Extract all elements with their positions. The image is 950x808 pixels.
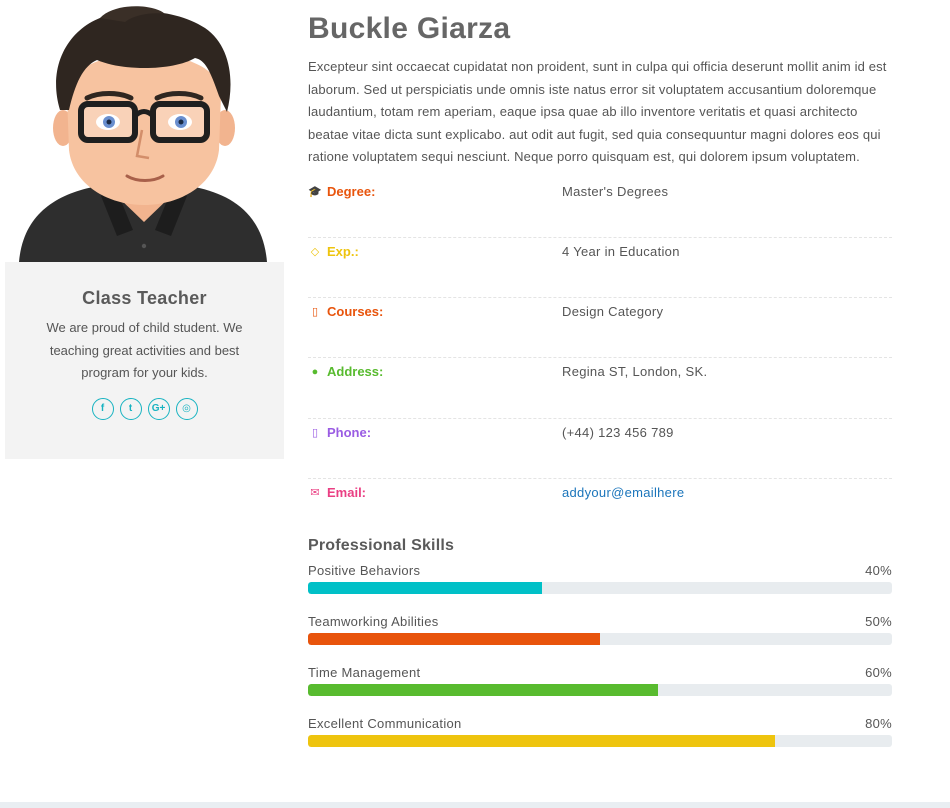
detail-row-email: ✉ Email: addyour@emailhere [308, 479, 892, 539]
detail-label: Degree: [327, 183, 376, 199]
detail-row-degree: 🎓 Degree: Master's Degrees [308, 178, 892, 238]
instagram-icon[interactable]: ◎ [175, 397, 198, 420]
skill-label: Excellent Communication [308, 716, 462, 732]
skill-progress-bar [308, 735, 892, 748]
map-marker-icon: ● [311, 365, 319, 378]
skill-item: Time Management 60% [308, 665, 892, 697]
skill-progress-fill [308, 684, 659, 697]
detail-label: Exp.: [327, 243, 359, 259]
detail-list: 🎓 Degree: Master's Degrees ◇ Exp.: 4 Yea… [308, 178, 892, 540]
card-description: We are proud of child student. We teachi… [46, 320, 243, 380]
skill-item: Excellent Communication 80% [308, 716, 892, 748]
detail-row-phone: ▯ Phone: (+44) 123 456 789 [308, 419, 892, 479]
detail-row-courses: ▯ Courses: Design Category [308, 298, 892, 359]
skill-progress-bar [308, 684, 892, 697]
card-title: Class Teacher [82, 288, 207, 308]
detail-key: ▯ Phone: [308, 425, 562, 440]
skill-percent: 60% [865, 665, 892, 681]
detail-key: ◇ Exp.: [308, 244, 562, 259]
detail-key: ✉ Email: [308, 485, 562, 500]
file-icon: ▯ [311, 306, 319, 319]
skill-percent: 50% [865, 614, 892, 630]
skill-progress-bar [308, 582, 892, 595]
detail-key: 🎓 Degree: [308, 184, 562, 199]
social-links: f t G+ ◎ [5, 397, 284, 420]
skills-title: Professional Skills [308, 537, 455, 555]
skill-progress-fill [308, 633, 600, 646]
profile-card: Class Teacher We are proud of child stud… [5, 262, 284, 459]
skill-label: Positive Behaviors [308, 563, 421, 579]
detail-label: Courses: [327, 304, 384, 320]
avatar-illustration [19, 6, 267, 262]
skill-progress-fill [308, 582, 542, 595]
detail-row-experience: ◇ Exp.: 4 Year in Education [308, 238, 892, 299]
mobile-icon: ▯ [311, 426, 319, 439]
detail-row-address: ● Address: Regina ST, London, SK. [308, 358, 892, 419]
envelope-icon: ✉ [310, 486, 320, 499]
skill-percent: 80% [865, 716, 892, 732]
profile-main: Buckle Giarza Excepteur sint occaecat cu… [308, 0, 892, 748]
skill-item: Positive Behaviors 40% [308, 563, 892, 595]
skill-label: Time Management [308, 665, 421, 681]
detail-value: (+44) 123 456 789 [562, 424, 674, 440]
graduation-cap-icon: 🎓 [308, 185, 322, 198]
detail-label: Email: [327, 484, 367, 500]
facebook-icon[interactable]: f [91, 397, 114, 420]
twitter-icon[interactable]: t [119, 397, 142, 420]
detail-value: Master's Degrees [562, 183, 669, 199]
diamond-icon: ◇ [310, 245, 320, 258]
skill-percent: 40% [865, 563, 892, 579]
email-link[interactable]: addyour@emailhere [562, 485, 684, 500]
skill-progress-bar [308, 633, 892, 646]
skill-item: Teamworking Abilities 50% [308, 614, 892, 646]
detail-key: ● Address: [308, 364, 562, 379]
detail-value: 4 Year in Education [562, 243, 680, 259]
profile-bio: Excepteur sint occaecat cupidatat non pr… [308, 59, 887, 164]
footer-divider [0, 802, 950, 808]
detail-key: ▯ Courses: [308, 304, 562, 319]
skill-label: Teamworking Abilities [308, 614, 439, 630]
skill-progress-fill [308, 735, 776, 748]
detail-value: Design Category [562, 304, 664, 320]
google-plus-icon[interactable]: G+ [147, 397, 170, 420]
profile-sidebar: Class Teacher We are proud of child stud… [5, 0, 284, 459]
page-title: Buckle Giarza [308, 12, 511, 45]
detail-value: Regina ST, London, SK. [562, 364, 708, 380]
avatar [5, 0, 284, 262]
detail-label: Phone: [327, 424, 372, 440]
detail-label: Address: [327, 364, 384, 380]
